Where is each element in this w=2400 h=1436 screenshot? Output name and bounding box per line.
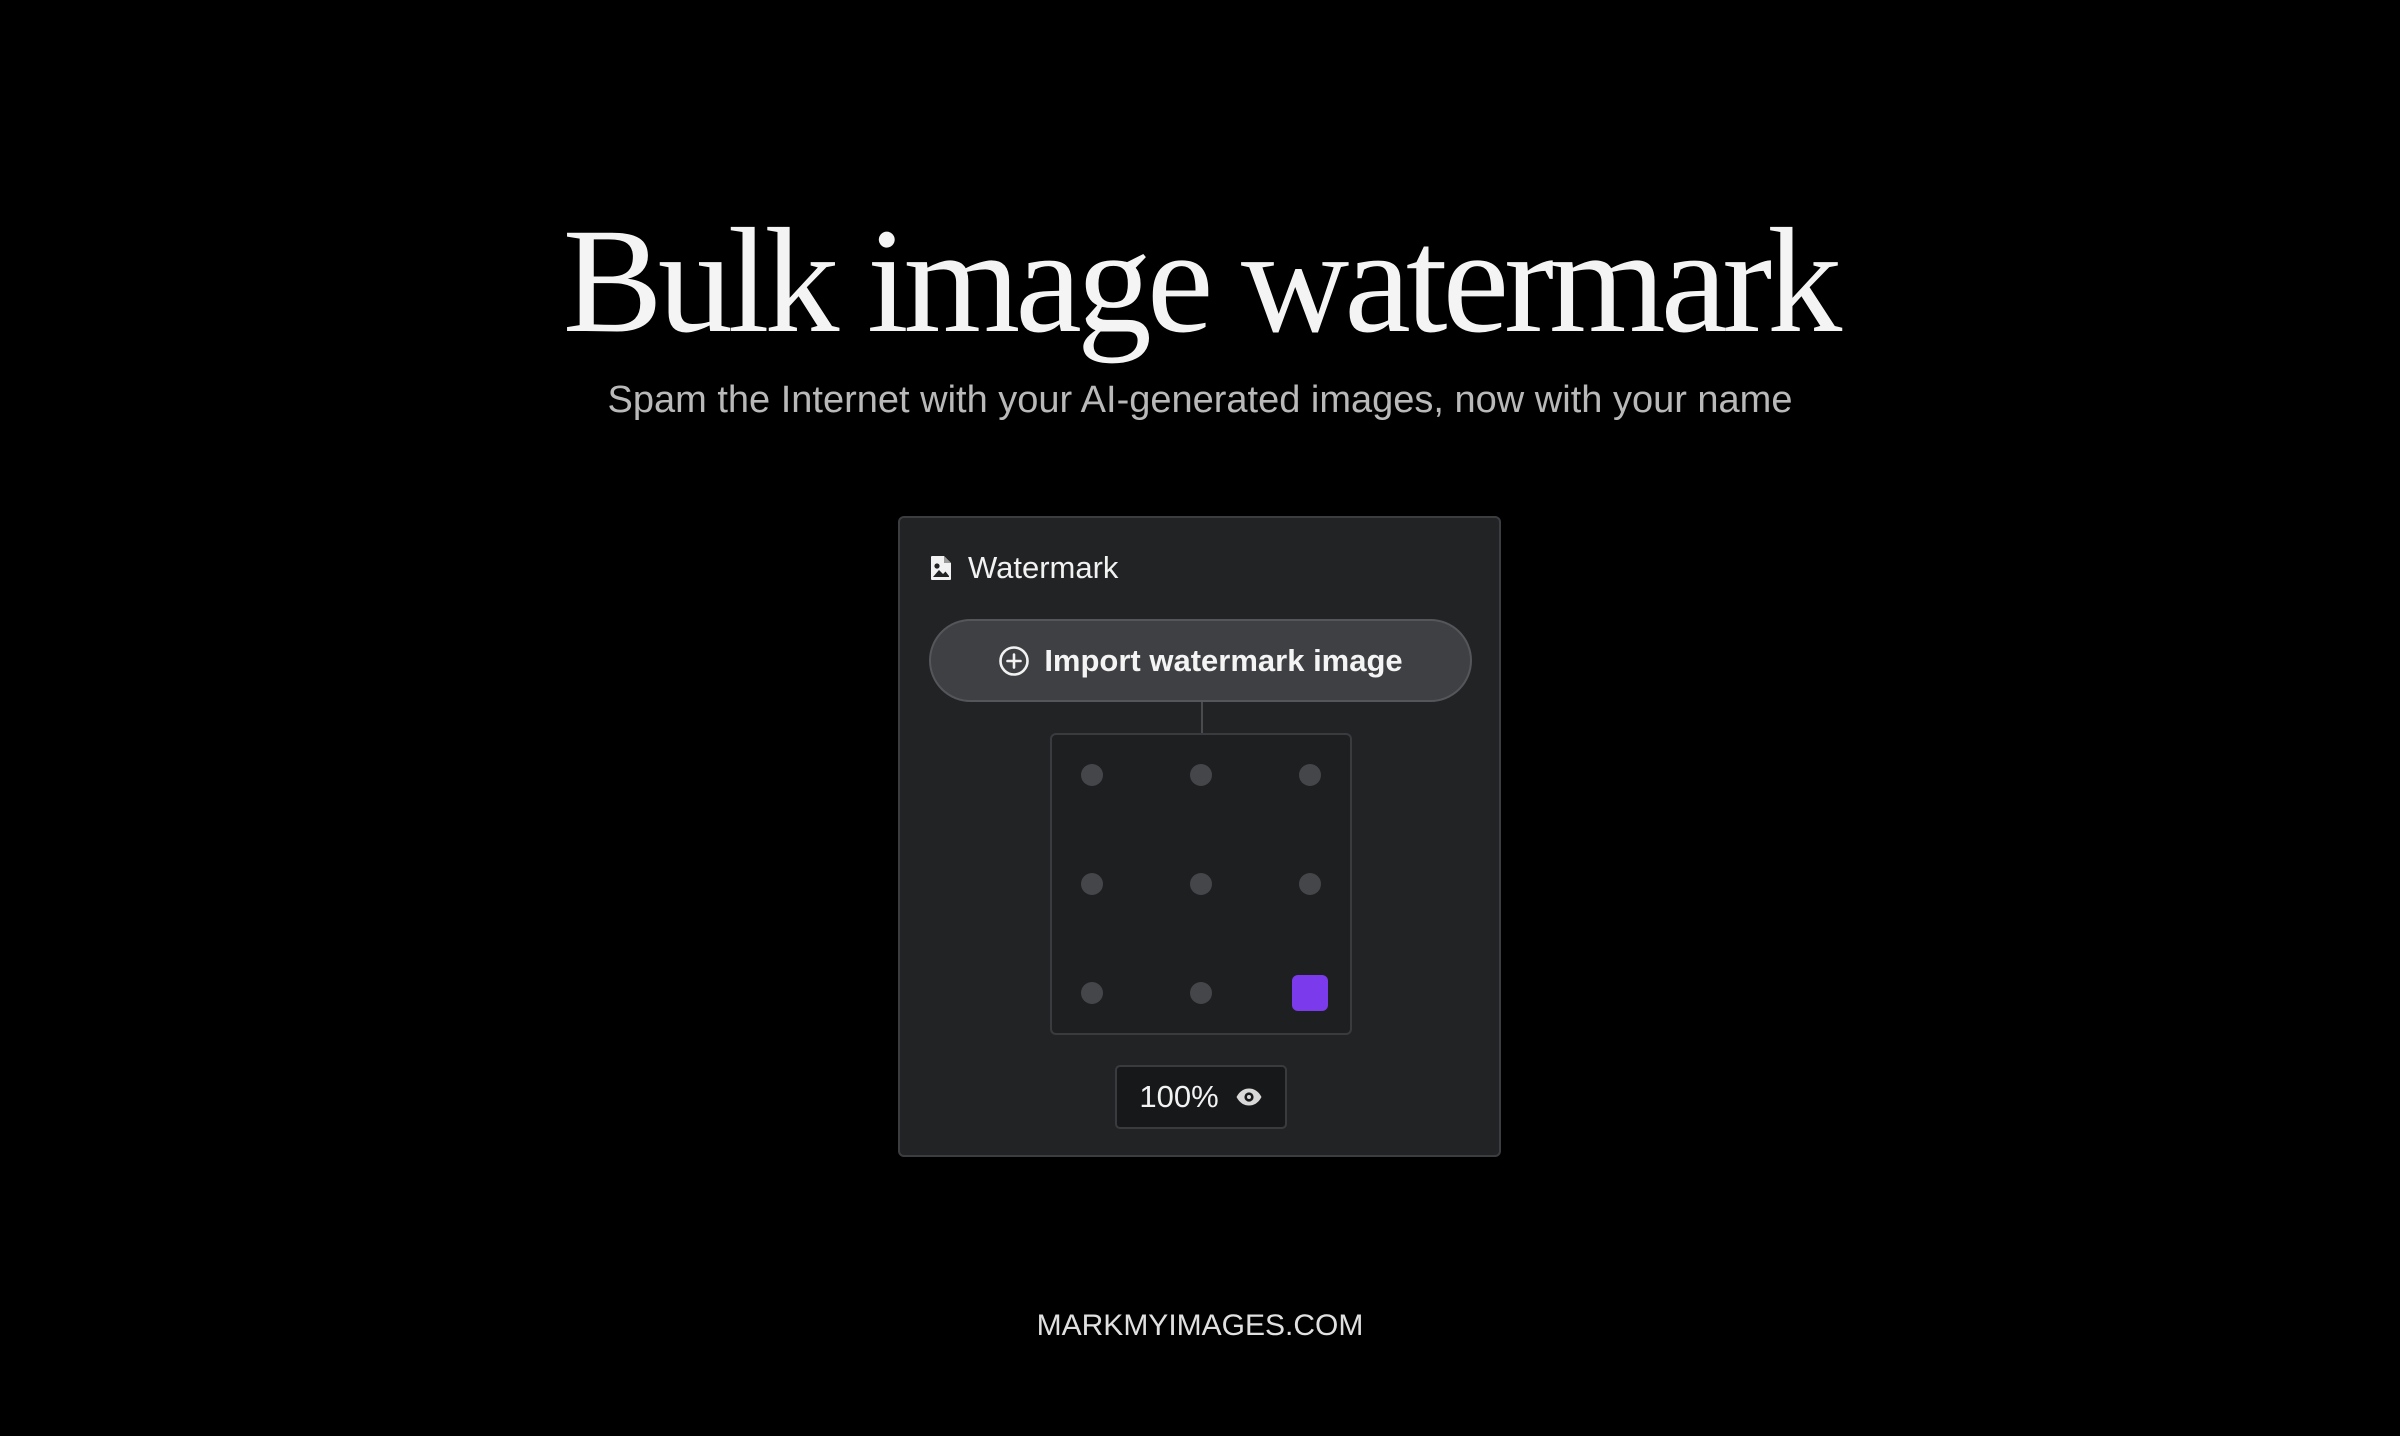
connector-line [1201, 702, 1203, 734]
opacity-value: 100% [1139, 1079, 1219, 1114]
position-bottom-right[interactable] [1292, 975, 1328, 1011]
import-watermark-label: Import watermark image [1044, 642, 1403, 678]
position-top-center[interactable] [1190, 764, 1212, 786]
page-title: Bulk image watermark [562, 198, 1843, 364]
position-top-right[interactable] [1299, 764, 1321, 786]
image-file-icon [930, 555, 952, 581]
import-watermark-button[interactable]: Import watermark image [929, 619, 1472, 702]
eye-icon[interactable] [1235, 1087, 1263, 1107]
plus-circle-icon [998, 645, 1044, 677]
position-middle-center[interactable] [1190, 873, 1212, 895]
position-middle-left[interactable] [1081, 873, 1103, 895]
watermark-panel: Watermark Import watermark image 100% [898, 516, 1501, 1157]
site-url: MARKMYIMAGES.COM [1036, 1309, 1364, 1342]
position-bottom-left[interactable] [1081, 982, 1103, 1004]
panel-title: Watermark [968, 550, 1119, 585]
position-middle-right[interactable] [1299, 873, 1321, 895]
position-grid [1050, 733, 1352, 1035]
panel-header: Watermark [930, 542, 1118, 594]
opacity-control[interactable]: 100% [1115, 1065, 1287, 1129]
position-top-left[interactable] [1081, 764, 1103, 786]
position-bottom-center[interactable] [1190, 982, 1212, 1004]
page-subtitle: Spam the Internet with your AI-generated… [607, 379, 1793, 421]
